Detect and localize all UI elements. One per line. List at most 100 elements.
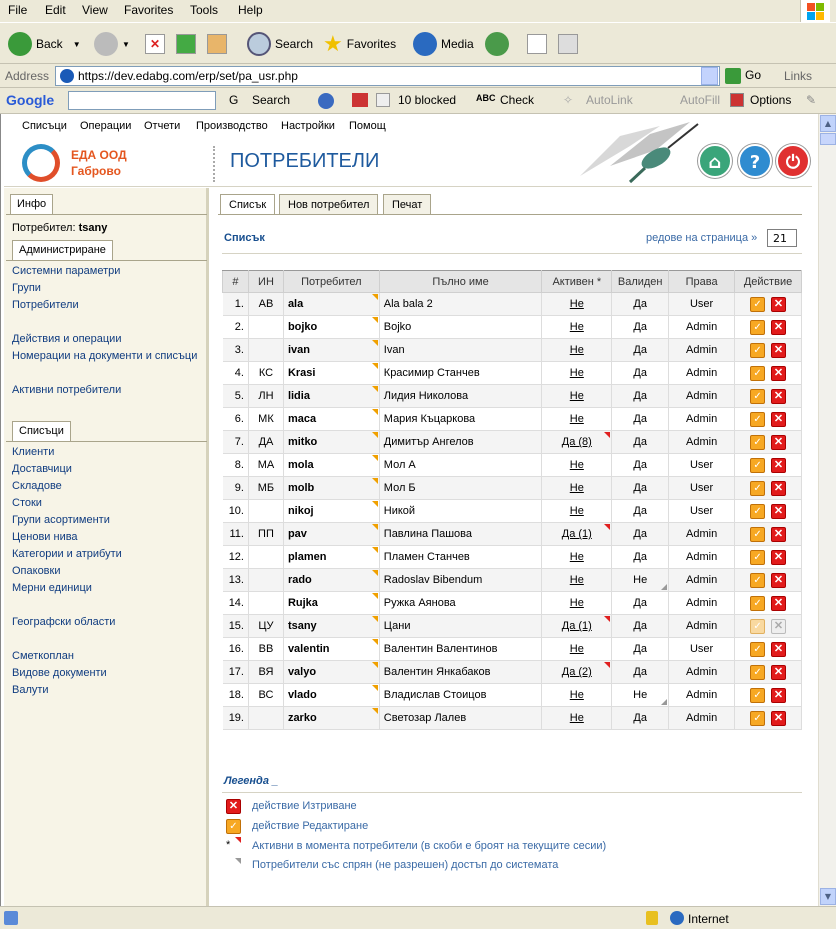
- delete-icon[interactable]: ✕: [771, 503, 787, 519]
- row-active-link[interactable]: Не: [570, 367, 584, 379]
- edit-icon[interactable]: ✓: [750, 365, 766, 381]
- menu-edit[interactable]: Edit: [45, 3, 66, 17]
- row-active[interactable]: Да (2): [541, 660, 613, 684]
- favorites-button[interactable]: ★ Favorites: [323, 31, 396, 57]
- power-icon[interactable]: ⏻: [776, 144, 810, 178]
- link-users[interactable]: Потребители: [12, 299, 79, 311]
- edit-icon[interactable]: ✓: [750, 641, 766, 657]
- edit-icon[interactable]: ✓: [750, 388, 766, 404]
- row-username[interactable]: ala: [283, 292, 380, 316]
- research-button[interactable]: [527, 31, 547, 57]
- delete-icon[interactable]: ✕: [771, 664, 787, 680]
- refresh-button[interactable]: [176, 31, 196, 57]
- links-button[interactable]: Links: [784, 69, 812, 83]
- delete-icon[interactable]: ✕: [771, 641, 787, 657]
- row-active[interactable]: Не: [541, 499, 613, 523]
- nav-production[interactable]: Производство: [196, 120, 268, 132]
- menu-tools[interactable]: Tools: [190, 3, 218, 17]
- row-username[interactable]: bojko: [283, 315, 380, 339]
- pagerank-icon[interactable]: [318, 93, 334, 109]
- chevron-down-icon[interactable]: ▼: [73, 40, 81, 49]
- scroll-thumb[interactable]: [820, 133, 836, 145]
- forward-button[interactable]: ▼: [94, 31, 130, 57]
- nav-help[interactable]: Помощ: [349, 120, 386, 132]
- row-active-link[interactable]: Не: [570, 459, 584, 471]
- edit-icon[interactable]: ✓: [750, 480, 766, 496]
- row-active[interactable]: Не: [541, 568, 613, 592]
- link-clients[interactable]: Клиенти: [12, 446, 54, 458]
- row-active-link[interactable]: Да (1): [562, 528, 592, 540]
- edit-icon[interactable]: ✓: [750, 710, 766, 726]
- delete-icon[interactable]: ✕: [771, 296, 787, 312]
- row-active-link[interactable]: Не: [570, 413, 584, 425]
- col-full-name[interactable]: Пълно име: [378, 270, 543, 293]
- row-username[interactable]: pav: [283, 522, 380, 546]
- check-button[interactable]: Check: [500, 93, 534, 107]
- link-categories[interactable]: Категории и атрибути: [12, 548, 122, 560]
- row-active[interactable]: Не: [541, 384, 613, 408]
- row-username[interactable]: Rujka: [283, 591, 380, 615]
- nav-lists[interactable]: Списъци: [22, 120, 67, 132]
- edit-icon[interactable]: ✓: [750, 411, 766, 427]
- link-system-params[interactable]: Системни параметри: [12, 265, 120, 277]
- col-rights[interactable]: Права: [668, 270, 736, 293]
- row-username[interactable]: plamen: [283, 545, 380, 569]
- edit-icon[interactable]: ✓: [750, 595, 766, 611]
- home-icon[interactable]: ⌂: [698, 144, 732, 178]
- edit-icon[interactable]: ✓: [750, 572, 766, 588]
- row-active[interactable]: Да (1): [541, 614, 613, 638]
- menu-file[interactable]: File: [8, 3, 27, 17]
- delete-icon[interactable]: ✕: [771, 595, 787, 611]
- delete-icon[interactable]: ✕: [771, 480, 787, 496]
- link-actions[interactable]: Действия и операции: [12, 333, 121, 345]
- blocked-count[interactable]: 10 blocked: [398, 93, 456, 107]
- row-active-link[interactable]: Да (8): [562, 436, 592, 448]
- row-active[interactable]: Не: [541, 637, 613, 661]
- nav-reports[interactable]: Отчети: [144, 120, 180, 132]
- row-username[interactable]: ivan: [283, 338, 380, 362]
- menu-help[interactable]: Help: [238, 3, 263, 17]
- link-assortment-groups[interactable]: Групи асортименти: [12, 514, 110, 526]
- edit-icon[interactable]: ✓: [750, 457, 766, 473]
- row-username[interactable]: nikoj: [283, 499, 380, 523]
- link-active-users[interactable]: Активни потребители: [12, 384, 121, 396]
- google-search-button[interactable]: Search: [252, 93, 290, 107]
- row-active[interactable]: Не: [541, 545, 613, 569]
- delete-icon[interactable]: ✕: [771, 457, 787, 473]
- delete-icon[interactable]: ✕: [771, 526, 787, 542]
- tab-administration[interactable]: Администриране: [12, 240, 113, 260]
- nav-operations[interactable]: Операции: [80, 120, 131, 132]
- row-username[interactable]: mitko: [283, 430, 380, 454]
- row-active[interactable]: Не: [541, 292, 613, 316]
- edit-icon[interactable]: ✓: [750, 503, 766, 519]
- row-username[interactable]: valentin: [283, 637, 380, 661]
- delete-icon[interactable]: ✕: [771, 342, 787, 358]
- link-currencies[interactable]: Валути: [12, 684, 49, 696]
- menu-favorites[interactable]: Favorites: [124, 3, 173, 17]
- edit-icon[interactable]: ✓: [750, 687, 766, 703]
- link-groups[interactable]: Групи: [12, 282, 41, 294]
- link-warehouses[interactable]: Складове: [12, 480, 62, 492]
- row-username[interactable]: Krasi: [283, 361, 380, 385]
- delete-icon[interactable]: ✕: [771, 687, 787, 703]
- row-active-link[interactable]: Не: [570, 689, 584, 701]
- edit-icon[interactable]: ✓: [750, 342, 766, 358]
- delete-icon[interactable]: ✕: [771, 365, 787, 381]
- row-active-link[interactable]: Не: [570, 712, 584, 724]
- delete-icon[interactable]: ✕: [771, 434, 787, 450]
- autofill-button[interactable]: AutoFill: [680, 93, 720, 107]
- row-username[interactable]: mola: [283, 453, 380, 477]
- delete-icon[interactable]: ✕: [771, 319, 787, 335]
- link-price-levels[interactable]: Ценови нива: [12, 531, 78, 543]
- print-button[interactable]: [558, 31, 578, 57]
- row-active[interactable]: Не: [541, 683, 613, 707]
- edit-icon[interactable]: ✓: [750, 526, 766, 542]
- row-active-link[interactable]: Не: [570, 551, 584, 563]
- autolink-button[interactable]: AutoLink: [586, 93, 633, 107]
- delete-icon[interactable]: ✕: [771, 411, 787, 427]
- scroll-up-button[interactable]: ▲: [820, 115, 836, 132]
- tab-print[interactable]: Печат: [383, 194, 432, 215]
- row-active-link[interactable]: Не: [570, 344, 584, 356]
- home-button[interactable]: [207, 31, 227, 57]
- delete-icon[interactable]: ✕: [771, 572, 787, 588]
